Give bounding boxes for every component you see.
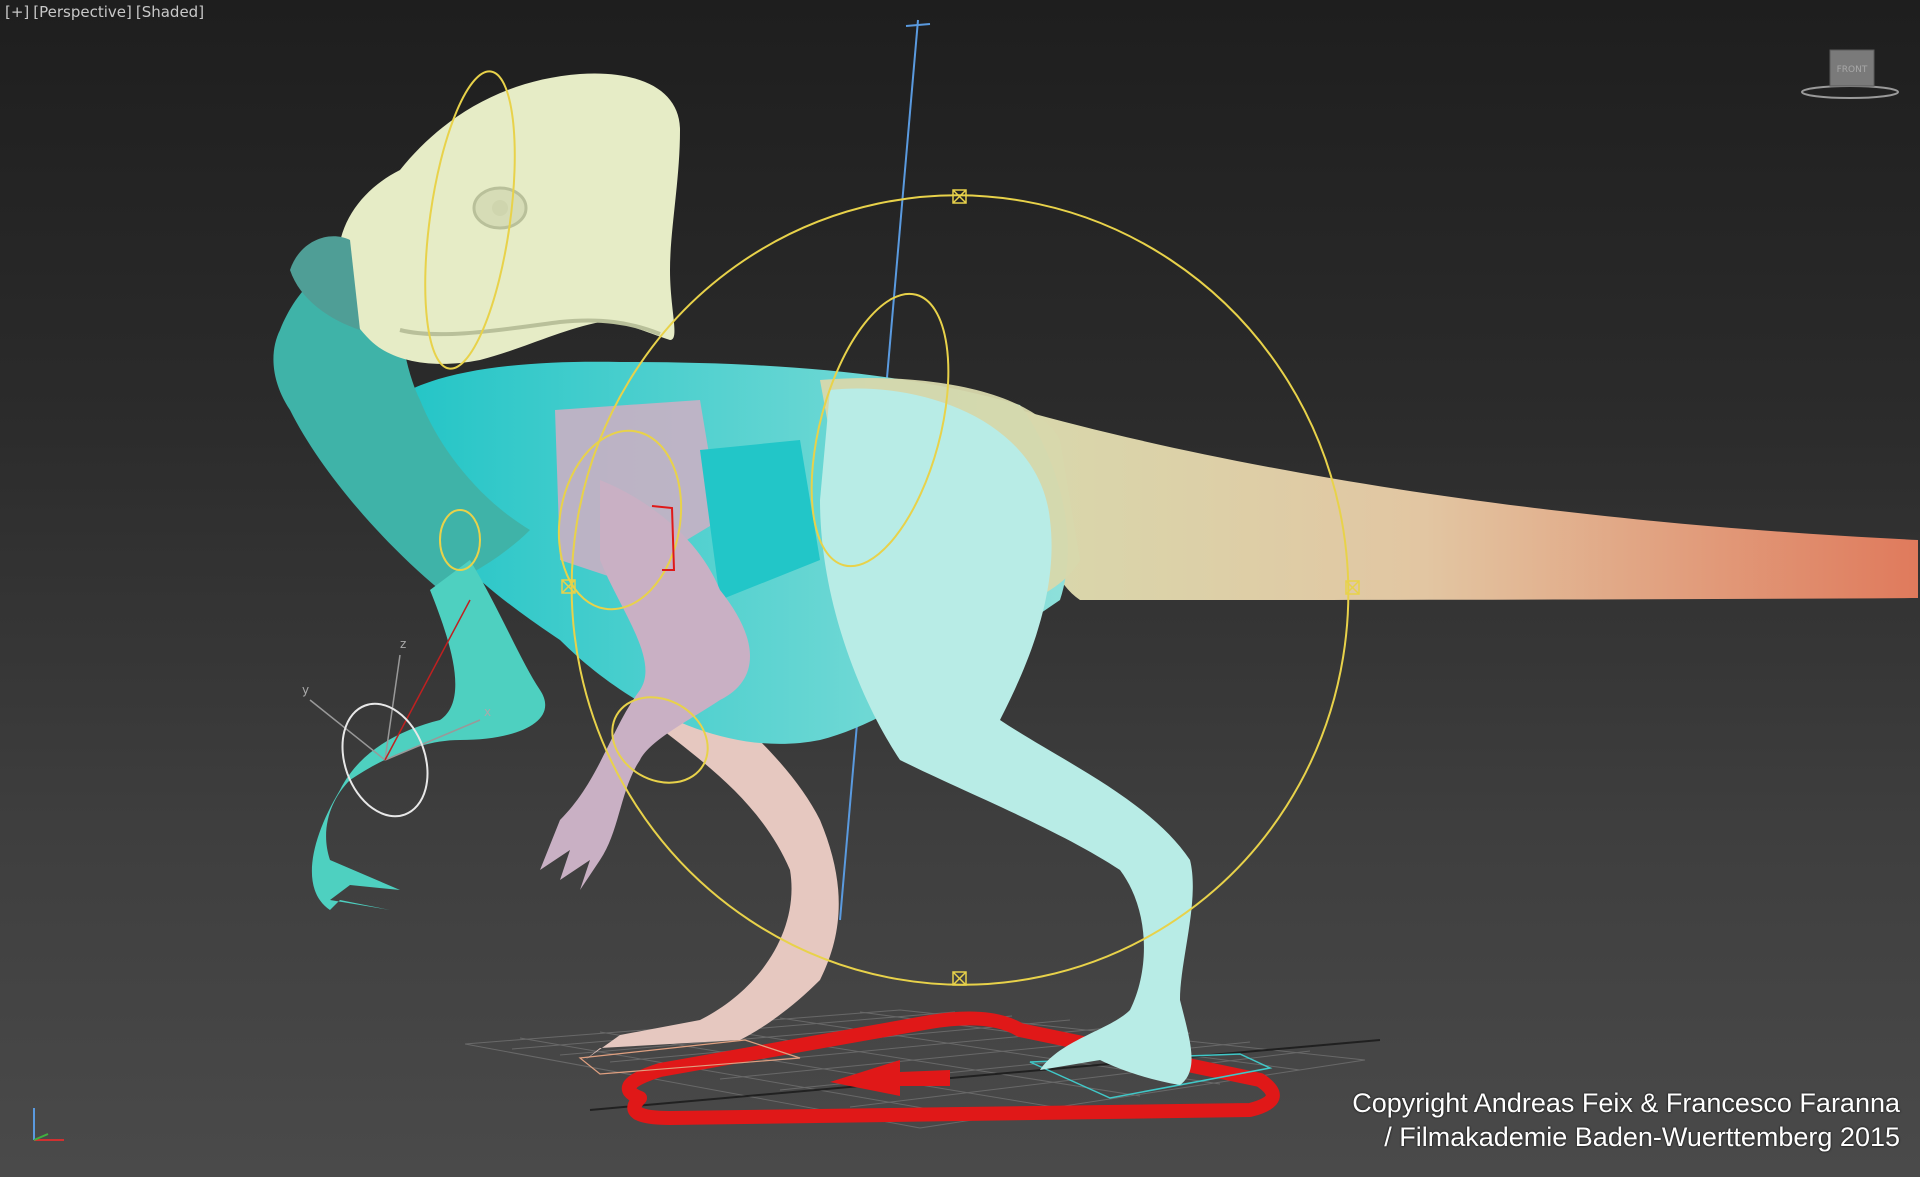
copyright-notice: Copyright Andreas Feix & Francesco Faran… bbox=[1352, 1086, 1900, 1154]
perspective-viewport[interactable]: [+] [Perspective] [Shaded] z y x FRONT C… bbox=[0, 0, 1920, 1177]
scene-canvas[interactable]: z y x bbox=[0, 0, 1920, 1177]
viewcube-face-label: FRONT bbox=[1837, 65, 1868, 75]
axis-tripod-icon bbox=[33, 1108, 64, 1141]
head-mesh[interactable] bbox=[290, 73, 680, 364]
tail-mesh[interactable] bbox=[1020, 410, 1918, 600]
gizmo-x-label: x bbox=[484, 705, 491, 719]
viewcube-icon[interactable]: FRONT bbox=[1790, 44, 1900, 100]
gizmo-y-label: y bbox=[302, 683, 309, 697]
copyright-line-1: Copyright Andreas Feix & Francesco Faran… bbox=[1352, 1088, 1900, 1118]
copyright-line-2: / Filmakademie Baden-Wuerttemberg 2015 bbox=[1384, 1122, 1900, 1152]
front-right-arm[interactable] bbox=[311, 560, 546, 910]
gizmo-z-label: z bbox=[400, 637, 406, 651]
